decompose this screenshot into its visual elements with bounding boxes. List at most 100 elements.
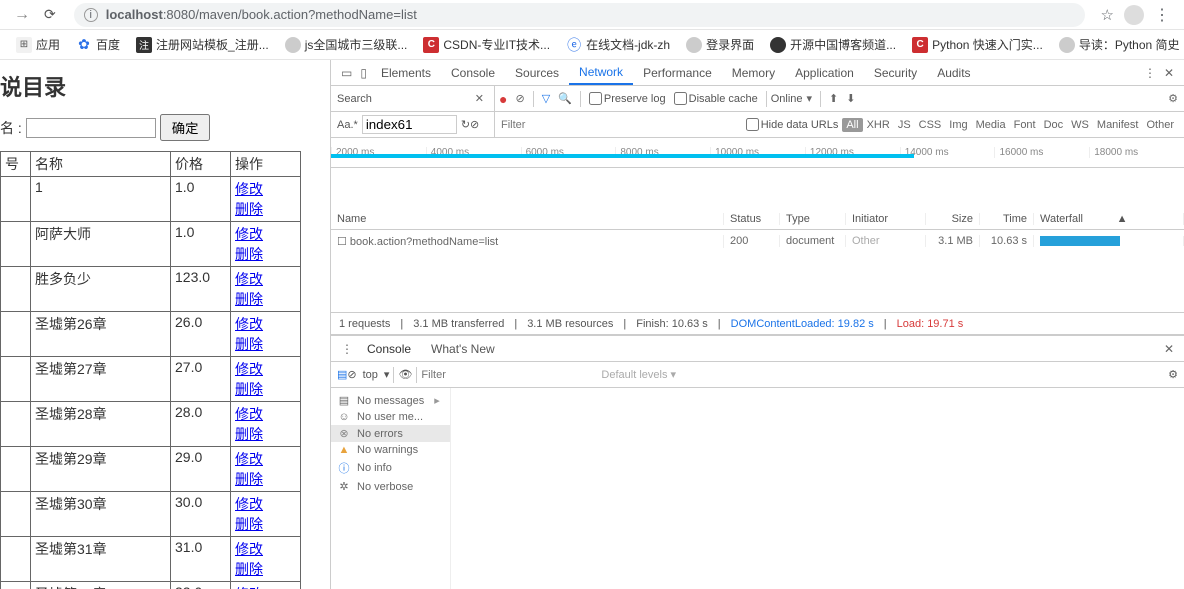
msg-no-info[interactable]: ⓘNo info (331, 458, 450, 478)
reload-icon[interactable]: ⟳ (36, 6, 64, 23)
network-request-row[interactable]: ☐ book.action?methodName=list 200 docume… (331, 230, 1184, 252)
col-net-name[interactable]: Name (331, 213, 724, 225)
upload-har-icon[interactable]: ⬆ (825, 92, 842, 105)
bm-baidu[interactable]: ✿百度 (76, 36, 120, 53)
confirm-button[interactable]: 确定 (160, 114, 211, 141)
bm-python[interactable]: CPython 快速入门实... (912, 36, 1043, 53)
chrome-menu-icon[interactable]: ⋮ (1148, 5, 1176, 25)
context-dropdown-icon[interactable]: ▾ (384, 368, 390, 381)
filter-icon[interactable]: ▽ (538, 92, 554, 105)
drawer-tab-whatsnew[interactable]: What's New (421, 336, 505, 361)
preserve-log-checkbox[interactable]: Preserve log (585, 92, 670, 105)
msg-no-user[interactable]: ☺No user me... (331, 409, 450, 425)
delete-link[interactable]: 删除 (235, 199, 263, 219)
edit-link[interactable]: 修改 (235, 539, 263, 559)
bm-reg[interactable]: 注注册网站模板_注册... (136, 36, 269, 53)
search-close-icon[interactable]: ✕ (471, 92, 488, 105)
site-info-icon[interactable]: i (84, 8, 98, 22)
tab-sources[interactable]: Sources (505, 60, 569, 85)
device-toggle-icon[interactable]: ▯ (356, 66, 371, 80)
name-input[interactable] (26, 118, 156, 138)
nav-forward-icon[interactable]: → (8, 6, 36, 24)
bm-guide[interactable]: 导读：Python 简史 (1059, 36, 1180, 53)
clear-icon[interactable]: ⊘ (511, 92, 528, 105)
tab-audits[interactable]: Audits (927, 60, 980, 85)
col-net-type[interactable]: Type (780, 213, 846, 225)
edit-link[interactable]: 修改 (235, 269, 263, 289)
edit-link[interactable]: 修改 (235, 404, 263, 424)
tab-application[interactable]: Application (785, 60, 864, 85)
delete-link[interactable]: 删除 (235, 244, 263, 264)
drawer-tab-console[interactable]: Console (357, 336, 421, 361)
col-net-status[interactable]: Status (724, 213, 780, 225)
edit-link[interactable]: 修改 (235, 584, 263, 589)
search-icon[interactable]: 🔍 (554, 92, 576, 105)
search-input[interactable] (362, 115, 457, 134)
tab-performance[interactable]: Performance (633, 60, 722, 85)
disable-cache-checkbox[interactable]: Disable cache (670, 92, 762, 105)
col-net-initiator[interactable]: Initiator (846, 213, 926, 225)
filter-input[interactable] (501, 119, 601, 131)
bm-csdn[interactable]: CCSDN-专业IT技术... (423, 36, 550, 53)
col-net-time[interactable]: Time (980, 213, 1034, 225)
tab-memory[interactable]: Memory (722, 60, 785, 85)
delete-link[interactable]: 删除 (235, 424, 263, 444)
context-select[interactable]: top (357, 369, 384, 381)
col-net-size[interactable]: Size (926, 213, 980, 225)
filter-manifest[interactable]: Manifest (1093, 119, 1143, 131)
filter-css[interactable]: CSS (915, 119, 946, 131)
tab-network[interactable]: Network (569, 60, 633, 85)
console-sidebar-toggle-icon[interactable]: ▤ (337, 368, 347, 381)
filter-other[interactable]: Other (1142, 119, 1178, 131)
console-settings-icon[interactable]: ⚙ (1168, 368, 1178, 381)
live-expr-icon[interactable]: 👁 (398, 368, 412, 381)
download-har-icon[interactable]: ⬇ (842, 92, 859, 105)
delete-link[interactable]: 删除 (235, 289, 263, 309)
timeline[interactable]: 2000 ms 4000 ms 6000 ms 8000 ms 10000 ms… (331, 138, 1184, 168)
console-clear-icon[interactable]: ⊘ (347, 368, 356, 381)
col-net-waterfall[interactable]: Waterfall ▲ (1034, 213, 1184, 225)
bm-osc[interactable]: 开源中国博客频道... (770, 36, 896, 53)
filter-js[interactable]: JS (894, 119, 915, 131)
edit-link[interactable]: 修改 (235, 314, 263, 334)
drawer-close-icon[interactable]: ✕ (1160, 342, 1178, 356)
apps-shortcut[interactable]: ⊞应用 (16, 36, 60, 53)
filter-font[interactable]: Font (1010, 119, 1040, 131)
filter-img[interactable]: Img (945, 119, 971, 131)
filter-doc[interactable]: Doc (1040, 119, 1068, 131)
tab-console[interactable]: Console (441, 60, 505, 85)
regex-toggle[interactable]: .* (350, 119, 357, 131)
edit-link[interactable]: 修改 (235, 179, 263, 199)
delete-link[interactable]: 删除 (235, 559, 263, 579)
network-settings-icon[interactable]: ⚙ (1168, 92, 1178, 105)
drawer-menu-icon[interactable]: ⋮ (337, 342, 357, 356)
filter-all[interactable]: All (842, 118, 862, 132)
bm-js[interactable]: js全国城市三级联... (285, 36, 408, 53)
msg-no-verbose[interactable]: ✲No verbose (331, 478, 450, 495)
dropdown-icon[interactable]: ▾ (803, 92, 817, 105)
edit-link[interactable]: 修改 (235, 224, 263, 244)
clear-search-icon[interactable]: ⊘ (470, 118, 479, 131)
match-case[interactable]: Aa (337, 119, 350, 131)
edit-link[interactable]: 修改 (235, 359, 263, 379)
profile-avatar[interactable] (1124, 5, 1144, 25)
filter-ws[interactable]: WS (1067, 119, 1093, 131)
throttling-select[interactable]: Online (771, 93, 803, 105)
devtools-close-icon[interactable]: ✕ (1160, 66, 1178, 80)
msg-no-messages[interactable]: ▤No messages▸ (331, 392, 450, 409)
bookmark-star-icon[interactable]: ☆ (1095, 6, 1120, 24)
console-filter-input[interactable] (421, 369, 601, 381)
tab-elements[interactable]: Elements (371, 60, 441, 85)
record-icon[interactable]: ● (495, 91, 511, 107)
url-bar[interactable]: i localhost:8080/maven/book.action?metho… (74, 3, 1085, 27)
hide-data-urls-checkbox[interactable]: Hide data URLs (742, 118, 843, 131)
bm-online[interactable]: ⓔ在线文档-jdk-zh (566, 36, 670, 53)
tab-security[interactable]: Security (864, 60, 927, 85)
delete-link[interactable]: 删除 (235, 469, 263, 489)
filter-xhr[interactable]: XHR (863, 119, 894, 131)
filter-media[interactable]: Media (972, 119, 1010, 131)
msg-no-errors[interactable]: ⊗No errors (331, 425, 450, 442)
inspect-icon[interactable]: ▭ (337, 66, 356, 80)
edit-link[interactable]: 修改 (235, 449, 263, 469)
level-select[interactable]: Default levels ▾ (601, 368, 676, 381)
